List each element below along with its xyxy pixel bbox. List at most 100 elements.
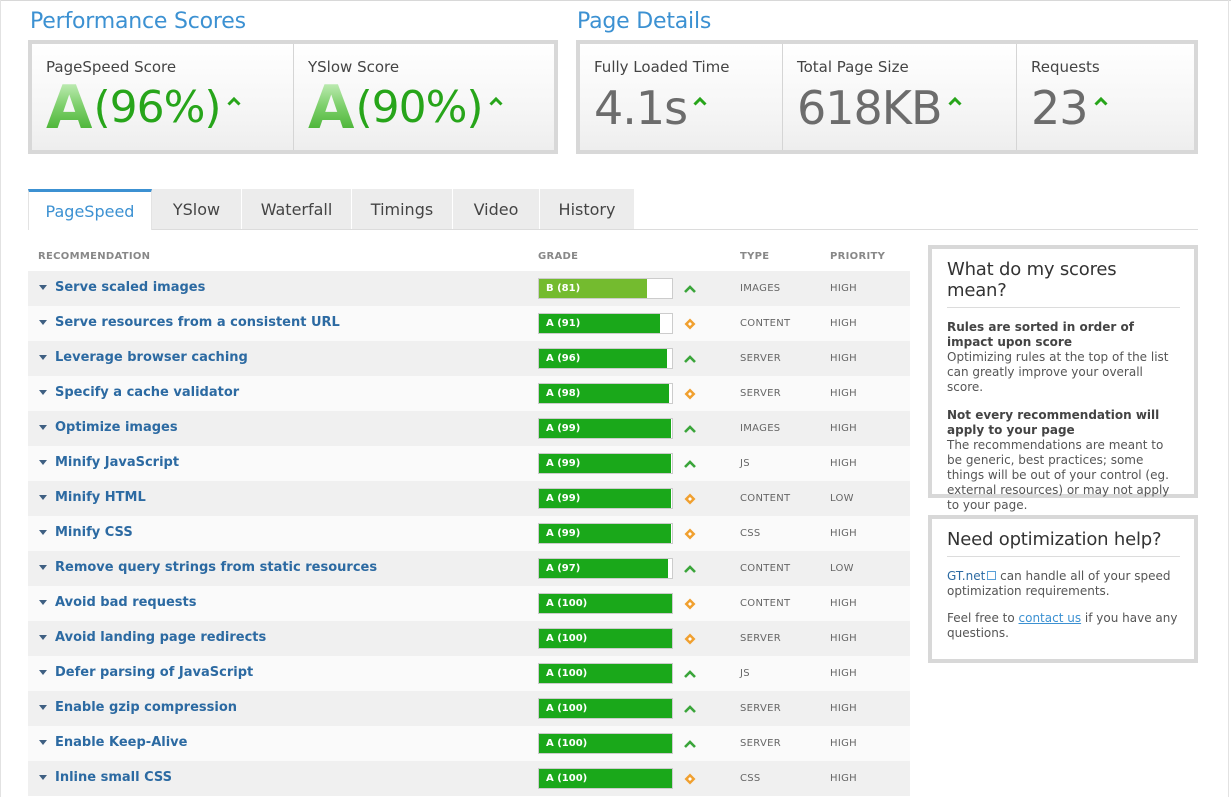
grade-bar: A (99) — [538, 488, 673, 509]
caret-down-icon[interactable] — [39, 390, 47, 395]
table-row[interactable]: Minify HTML A (99) CONTENT LOW — [28, 481, 910, 516]
up-chevron-icon — [684, 460, 696, 468]
report-tabs: PageSpeed YSlow Waterfall Timings Video … — [28, 189, 1198, 230]
recommendation-name[interactable]: Minify CSS — [55, 525, 133, 540]
table-row[interactable]: Enable gzip compression A (100) SERVER HIGH — [28, 691, 910, 726]
grade-bar: A (100) — [538, 663, 673, 684]
recommendation-name[interactable]: Minify HTML — [55, 490, 146, 505]
tab-video[interactable]: Video — [453, 189, 540, 229]
caret-down-icon[interactable] — [39, 705, 47, 710]
recommendation-priority: HIGH — [830, 598, 857, 609]
recommendation-name[interactable]: Minify JavaScript — [55, 455, 179, 470]
gt-net-link[interactable]: GT.net — [947, 569, 985, 583]
recommendation-name[interactable]: Leverage browser caching — [55, 350, 248, 365]
yslow-grade-letter: A — [308, 73, 355, 143]
yslow-score: YSlow Score A (90%) — [294, 44, 554, 150]
grade-bar-fill: A (100) — [539, 769, 672, 788]
grade-bar: A (99) — [538, 523, 673, 544]
tab-pagespeed[interactable]: PageSpeed — [28, 189, 152, 230]
caret-down-icon[interactable] — [39, 740, 47, 745]
caret-down-icon[interactable] — [39, 775, 47, 780]
grade-bar: A (100) — [538, 698, 673, 719]
table-row[interactable]: Specify a cache validator A (98) SERVER HIG… — [28, 376, 910, 411]
grade-bar-fill: A (100) — [539, 629, 672, 648]
recommendation-priority: HIGH — [830, 423, 857, 434]
scores-help-heading-2: Not every recommendation will apply to y… — [947, 408, 1160, 437]
tab-history[interactable]: History — [540, 189, 635, 229]
recommendation-name[interactable]: Avoid bad requests — [55, 595, 197, 610]
grade-bar: A (98) — [538, 383, 673, 404]
diamond-icon — [684, 388, 696, 400]
caret-down-icon[interactable] — [39, 425, 47, 430]
table-row[interactable]: Minify CSS A (99) CSS HIGH — [28, 516, 910, 551]
yslow-grade-percent: (90%) — [355, 82, 483, 133]
total-page-size-label: Total Page Size — [797, 58, 909, 76]
scores-help-box: What do my scores mean? Rules are sorted… — [928, 245, 1198, 512]
table-row[interactable]: Defer parsing of JavaScript A (100) JS HIGH — [28, 656, 910, 691]
column-header-type[interactable]: TYPE — [740, 251, 769, 262]
caret-down-icon[interactable] — [39, 355, 47, 360]
grade-bar: A (96) — [538, 348, 673, 369]
up-chevron-icon — [684, 355, 696, 363]
performance-scores-panel: PageSpeed Score A (96%) YSlow Score A (9… — [28, 40, 558, 154]
caret-down-icon[interactable] — [39, 495, 47, 500]
recommendation-name[interactable]: Inline small CSS — [55, 770, 172, 785]
recommendation-type: CSS — [740, 773, 761, 784]
recommendation-name[interactable]: Specify a cache validator — [55, 385, 239, 400]
caret-down-icon[interactable] — [39, 530, 47, 535]
grade-bar-fill: A (98) — [539, 384, 669, 403]
recommendation-type: SERVER — [740, 388, 781, 399]
column-header-priority[interactable]: PRIORITY — [830, 251, 885, 262]
table-row[interactable]: Enable Keep-Alive A (100) SERVER HIGH — [28, 726, 910, 761]
table-row[interactable]: Serve resources from a consistent URL A (… — [28, 306, 910, 341]
table-row[interactable]: Avoid bad requests A (100) CONTENT HIGH — [28, 586, 910, 621]
recommendation-priority: HIGH — [830, 738, 857, 749]
recommendation-type: CONTENT — [740, 318, 791, 329]
recommendation-priority: HIGH — [830, 458, 857, 469]
fully-loaded-time-label: Fully Loaded Time — [594, 58, 730, 76]
scores-help-title: What do my scores mean? — [947, 259, 1180, 308]
table-row[interactable]: Avoid landing page redirects A (100) SERVE… — [28, 621, 910, 656]
grade-bar: A (100) — [538, 768, 673, 789]
table-row[interactable]: Inline small CSS A (100) CSS HIGH — [28, 761, 910, 796]
recommendation-type: CONTENT — [740, 598, 791, 609]
recommendation-name[interactable]: Enable Keep-Alive — [55, 735, 187, 750]
recommendation-name[interactable]: Serve resources from a consistent URL — [55, 315, 340, 330]
recommendation-name[interactable]: Optimize images — [55, 420, 178, 435]
caret-down-icon[interactable] — [39, 460, 47, 465]
recommendation-name[interactable]: Enable gzip compression — [55, 700, 237, 715]
table-row[interactable]: Remove query strings from static resourc… — [28, 551, 910, 586]
grade-bar: A (100) — [538, 733, 673, 754]
tab-waterfall[interactable]: Waterfall — [242, 189, 352, 229]
requests: Requests 23 — [1017, 44, 1194, 150]
tab-yslow[interactable]: YSlow — [152, 189, 242, 229]
recommendation-name[interactable]: Remove query strings from static resourc… — [55, 560, 377, 575]
recommendation-name[interactable]: Avoid landing page redirects — [55, 630, 266, 645]
table-row[interactable]: Minify JavaScript A (99) JS HIGH — [28, 446, 910, 481]
caret-down-icon[interactable] — [39, 320, 47, 325]
recommendation-priority: HIGH — [830, 703, 857, 714]
caret-down-icon[interactable] — [39, 670, 47, 675]
tab-timings[interactable]: Timings — [352, 189, 453, 229]
optimization-help-title: Need optimization help? — [947, 529, 1180, 557]
grade-bar-fill: A (100) — [539, 594, 672, 613]
table-row[interactable]: Serve scaled images B (81) IMAGES HIGH — [28, 271, 910, 306]
recommendation-priority: HIGH — [830, 528, 857, 539]
grade-bar-fill: A (99) — [539, 419, 671, 438]
caret-down-icon[interactable] — [39, 285, 47, 290]
caret-down-icon[interactable] — [39, 565, 47, 570]
table-row[interactable]: Leverage browser caching A (96) SERVER HIGH — [28, 341, 910, 376]
scores-help-text-1: Optimizing rules at the top of the list … — [947, 350, 1169, 394]
recommendation-name[interactable]: Serve scaled images — [55, 280, 205, 295]
caret-down-icon[interactable] — [39, 635, 47, 640]
column-header-recommendation[interactable]: RECOMMENDATION — [38, 251, 150, 262]
page-details-panel: Fully Loaded Time 4.1s Total Page Size 6… — [576, 40, 1198, 154]
grade-bar: A (97) — [538, 558, 673, 579]
contact-us-link[interactable]: contact us — [1019, 611, 1082, 625]
table-row[interactable]: Optimize images A (99) IMAGES HIGH — [28, 411, 910, 446]
caret-down-icon[interactable] — [39, 600, 47, 605]
recommendation-priority: HIGH — [830, 318, 857, 329]
page-details-title: Page Details — [577, 9, 712, 34]
recommendation-name[interactable]: Defer parsing of JavaScript — [55, 665, 253, 680]
column-header-grade[interactable]: GRADE — [538, 251, 578, 262]
